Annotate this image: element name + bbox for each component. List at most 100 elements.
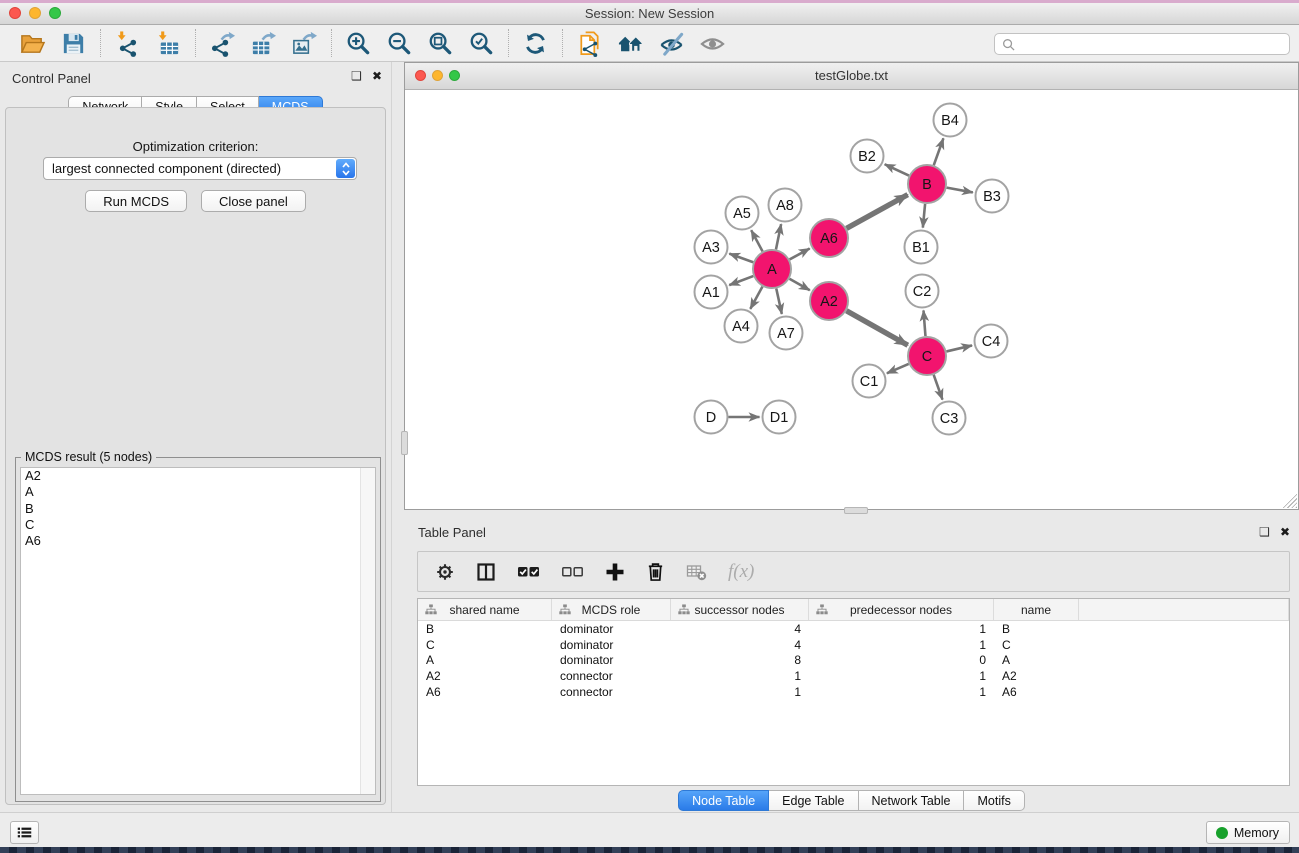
graph-node-B[interactable]: B xyxy=(908,165,946,203)
table-cell[interactable]: 0 xyxy=(809,653,994,667)
graph-node-B3[interactable]: B3 xyxy=(976,180,1009,213)
graph-edge-C-C2[interactable] xyxy=(923,310,925,336)
graph-node-A3[interactable]: A3 xyxy=(695,231,728,264)
graph-edge-A-A1[interactable] xyxy=(729,276,753,285)
network-graph[interactable]: B4B2BB3A8A5A6A3B1AA1C2A2A4A7C4CC1C3DD1 xyxy=(405,89,1298,509)
graph-edge-B-B1[interactable] xyxy=(923,204,925,228)
graph-node-A7[interactable]: A7 xyxy=(770,317,803,350)
function-builder-button[interactable]: f(x) xyxy=(728,560,754,584)
gear-button[interactable] xyxy=(435,560,455,584)
graph-edge-A-A2[interactable] xyxy=(789,279,809,290)
graph-node-C2[interactable]: C2 xyxy=(906,275,939,308)
table-cell[interactable]: 8 xyxy=(671,653,809,667)
table-cell[interactable]: 1 xyxy=(671,669,809,683)
delete-columns-button[interactable] xyxy=(646,560,665,584)
graph-edge-C-C1[interactable] xyxy=(887,364,909,373)
delete-table-button[interactable] xyxy=(686,560,707,584)
graph-node-C1[interactable]: C1 xyxy=(853,365,886,398)
graph-node-C[interactable]: C xyxy=(908,337,946,375)
graph-node-C4[interactable]: C4 xyxy=(975,325,1008,358)
table-cell[interactable]: connector xyxy=(552,669,671,683)
tab-edge-table[interactable]: Edge Table xyxy=(769,790,858,811)
table-cell[interactable]: A6 xyxy=(418,685,552,699)
table-row[interactable]: Adominator80A xyxy=(418,653,1289,669)
table-cell[interactable]: A xyxy=(994,653,1079,667)
graph-edge-A-A7[interactable] xyxy=(776,289,782,314)
table-row[interactable]: Bdominator41B xyxy=(418,621,1289,637)
export-table-button[interactable] xyxy=(245,28,282,59)
add-column-button[interactable] xyxy=(605,560,625,584)
close-panel-icon[interactable]: ✖ xyxy=(372,70,382,82)
table-cell[interactable]: dominator xyxy=(552,653,671,667)
table-row[interactable]: Cdominator41C xyxy=(418,637,1289,653)
graph-edge-B-B2[interactable] xyxy=(885,164,909,175)
graph-edge-A-A8[interactable] xyxy=(776,224,781,249)
table-cell[interactable]: 4 xyxy=(671,622,809,636)
mcds-result-item[interactable]: C xyxy=(21,517,375,533)
graph-node-A2[interactable]: A2 xyxy=(810,282,848,320)
table-cell[interactable]: 4 xyxy=(671,638,809,652)
mcds-result-item[interactable]: A xyxy=(21,484,375,500)
graph-node-A[interactable]: A xyxy=(753,250,791,288)
zoom-fit-button[interactable] xyxy=(422,28,459,59)
column-header-predecessor-nodes[interactable]: predecessor nodes xyxy=(809,599,994,620)
graph-edge-A2-C[interactable] xyxy=(846,311,907,345)
graph-edge-A-A5[interactable] xyxy=(751,230,762,251)
mcds-result-item[interactable]: B xyxy=(21,501,375,517)
tab-motifs[interactable]: Motifs xyxy=(964,790,1024,811)
zoom-in-button[interactable] xyxy=(340,28,377,59)
tab-node-table[interactable]: Node Table xyxy=(678,790,769,811)
table-cell[interactable]: 1 xyxy=(809,638,994,652)
mcds-result-list[interactable]: A2ABCA6 xyxy=(20,467,376,795)
close-table-panel-icon[interactable]: ✖ xyxy=(1280,526,1290,538)
graph-edge-A-A4[interactable] xyxy=(750,287,762,309)
export-network-button[interactable] xyxy=(204,28,241,59)
criterion-dropdown[interactable]: largest connected component (directed) xyxy=(43,157,357,180)
table-row[interactable]: A6connector11A6 xyxy=(418,684,1289,700)
tab-network-table[interactable]: Network Table xyxy=(859,790,965,811)
refresh-layout-button[interactable] xyxy=(517,28,554,59)
table-cell[interactable]: A2 xyxy=(994,669,1079,683)
graph-node-D1[interactable]: D1 xyxy=(763,401,796,434)
export-image-button[interactable] xyxy=(286,28,323,59)
graph-node-B4[interactable]: B4 xyxy=(934,104,967,137)
close-window-button[interactable] xyxy=(9,7,21,19)
graph-node-B1[interactable]: B1 xyxy=(905,231,938,264)
network-window-titlebar[interactable]: testGlobe.txt xyxy=(405,63,1298,90)
zoom-out-button[interactable] xyxy=(381,28,418,59)
table-cell[interactable]: 1 xyxy=(809,622,994,636)
graph-node-A4[interactable]: A4 xyxy=(725,310,758,343)
horizontal-splitter-handle[interactable] xyxy=(844,507,868,514)
graph-edge-A-A3[interactable] xyxy=(729,254,753,263)
table-cell[interactable]: dominator xyxy=(552,638,671,652)
column-header-successor-nodes[interactable]: successor nodes xyxy=(671,599,809,620)
graph-node-C3[interactable]: C3 xyxy=(933,402,966,435)
table-cell[interactable]: B xyxy=(994,622,1079,636)
table-cell[interactable]: C xyxy=(418,638,552,652)
import-table-button[interactable] xyxy=(150,28,187,59)
table-cell[interactable]: A xyxy=(418,653,552,667)
table-cell[interactable]: A2 xyxy=(418,669,552,683)
column-header-name[interactable]: name xyxy=(994,599,1079,620)
column-header-MCDS-role[interactable]: MCDS role xyxy=(552,599,671,620)
titlebar[interactable]: Session: New Session xyxy=(0,0,1299,25)
unselect-all-columns-button[interactable] xyxy=(561,560,584,584)
mcds-result-item[interactable]: A6 xyxy=(21,533,375,549)
show-graphics-details-button[interactable] xyxy=(694,28,731,59)
table-row[interactable]: A2connector11A2 xyxy=(418,668,1289,684)
hide-panels-button[interactable] xyxy=(653,28,690,59)
table-cell[interactable]: C xyxy=(994,638,1079,652)
search-input[interactable] xyxy=(1015,36,1282,52)
mcds-list-scrollbar[interactable] xyxy=(360,468,375,794)
table-cell[interactable]: dominator xyxy=(552,622,671,636)
zoom-window-button[interactable] xyxy=(49,7,61,19)
column-header-shared-name[interactable]: shared name xyxy=(418,599,552,620)
graph-edge-B-B4[interactable] xyxy=(934,138,944,165)
network-close-button[interactable] xyxy=(415,70,426,81)
float-table-panel-icon[interactable]: ❑ xyxy=(1259,526,1270,538)
import-network-button[interactable] xyxy=(109,28,146,59)
network-zoom-button[interactable] xyxy=(449,70,460,81)
run-mcds-button[interactable]: Run MCDS xyxy=(85,190,187,212)
graph-node-A5[interactable]: A5 xyxy=(726,197,759,230)
zoom-selected-button[interactable] xyxy=(463,28,500,59)
